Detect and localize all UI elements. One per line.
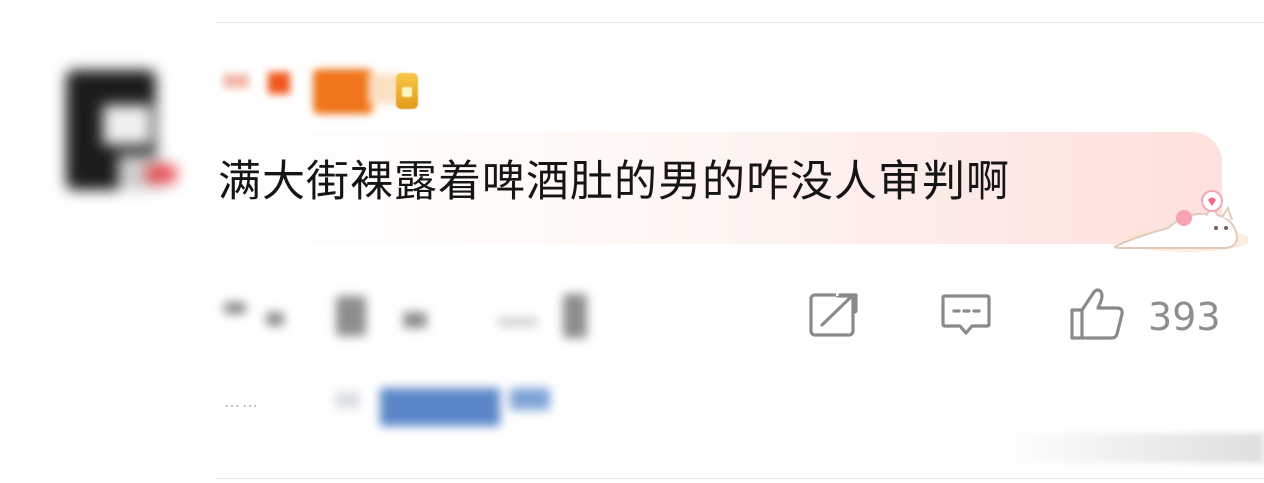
faded-watermark [1000,433,1264,463]
cat-sticker-icon [1113,190,1248,252]
reply-preview-blurred[interactable] [330,378,590,433]
like-count: 393 [1148,295,1221,339]
bottom-divider [217,478,1264,479]
top-divider [217,22,1264,23]
share-icon[interactable] [808,292,860,338]
comment-text: 满大街裸露着啤酒肚的男的咋没人审判啊 [218,157,1010,207]
reply-ellipsis: …… [224,392,260,411]
meta-info-blurred [218,288,598,343]
username-blurred[interactable] [218,64,418,119]
vip-badge-icon [396,73,418,109]
avatar[interactable] [48,60,188,210]
comment-icon[interactable] [940,292,992,338]
thumbs-up-icon[interactable] [1068,286,1126,342]
